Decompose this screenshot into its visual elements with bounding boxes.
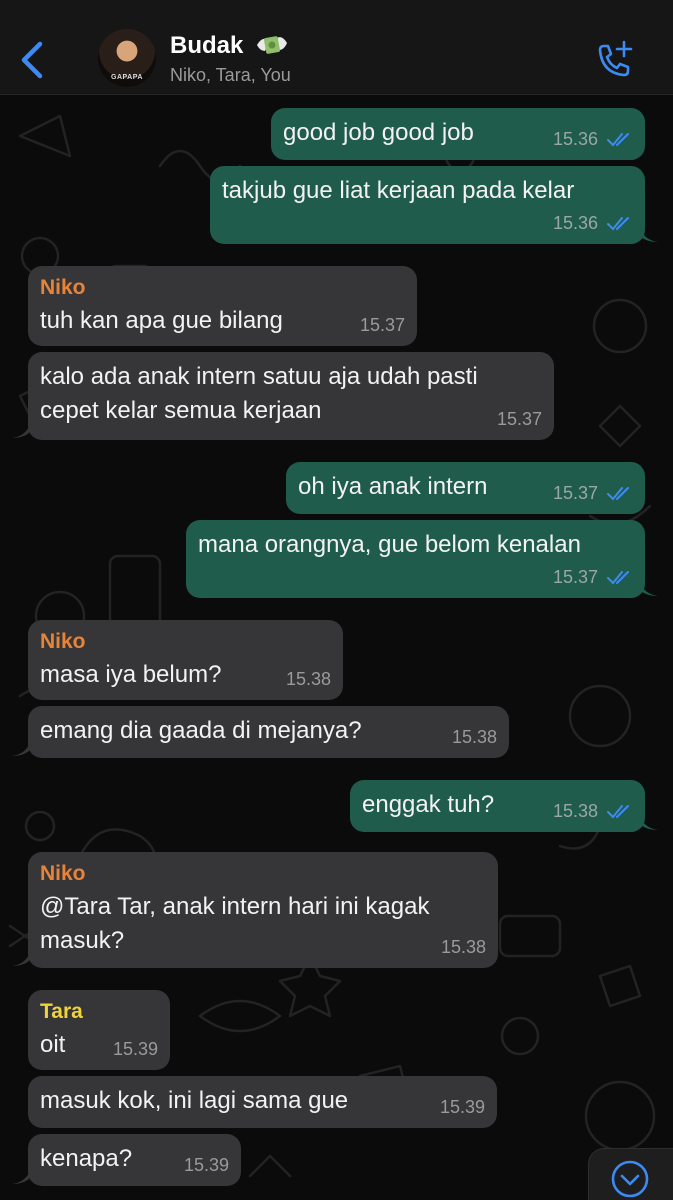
message-text: emang dia gaada di mejanya? <box>40 717 362 744</box>
bubble-tail <box>12 424 30 438</box>
incoming-message[interactable]: kenapa? 15.39 <box>28 1134 241 1186</box>
chat-header: GAPAPA Budak Niko, Tara, You <box>0 0 673 95</box>
group-members: Niko, Tara, You <box>170 65 291 85</box>
message-text-line: kalo ada anak intern satuu aja udah past… <box>40 363 478 390</box>
back-button[interactable] <box>14 38 50 82</box>
message-time: 15.37 <box>552 483 598 503</box>
message-text: oit <box>40 1031 66 1058</box>
sender-name[interactable]: Niko <box>40 628 331 656</box>
incoming-message[interactable]: masuk kok, ini lagi sama gue 15.39 <box>28 1076 497 1128</box>
money-with-wings-icon <box>257 36 287 54</box>
incoming-message[interactable]: Niko @Tara Tar, anak intern hari ini kag… <box>28 852 498 968</box>
message-meta: 15.38 <box>553 801 633 821</box>
message-text: enggak tuh? <box>362 791 495 818</box>
message-text: takjub gue liat kerjaan pada kelar <box>222 177 575 204</box>
message-time: 15.39 <box>112 1039 158 1059</box>
message-text: tuh kan apa gue bilang <box>40 307 283 334</box>
bubble-tail <box>640 816 658 830</box>
phone-plus-icon <box>598 40 633 77</box>
message-meta: 15.37 <box>553 567 633 587</box>
bubble-tail <box>12 1170 30 1184</box>
read-ticks-icon <box>607 133 629 147</box>
message-meta: 15.36 <box>553 213 633 233</box>
incoming-message[interactable]: Niko tuh kan apa gue bilang 15.37 <box>28 266 417 346</box>
message-text: oh iya anak intern <box>298 473 488 500</box>
message-time: 15.38 <box>440 937 486 957</box>
message-text: kenapa? <box>40 1145 133 1172</box>
sender-name[interactable]: Niko <box>40 860 486 888</box>
scroll-to-bottom-button[interactable] <box>588 1148 673 1200</box>
message-time: 15.37 <box>359 315 405 335</box>
outgoing-message[interactable]: good job good job 15.36 <box>271 108 645 160</box>
outgoing-message[interactable]: takjub gue liat kerjaan pada kelar 15.36 <box>210 166 645 244</box>
message-time: 15.38 <box>285 669 331 689</box>
message-meta: 15.37 <box>553 483 633 503</box>
message-text: good job good job <box>283 119 474 146</box>
outgoing-message[interactable]: mana orangnya, gue belom kenalan 15.37 <box>186 520 645 598</box>
message-text: masuk kok, ini lagi sama gue <box>40 1087 349 1114</box>
message-text: mana orangnya, gue belom kenalan <box>198 531 581 558</box>
bubble-tail <box>12 952 30 966</box>
message-time: 15.36 <box>552 129 598 149</box>
bubble-tail <box>640 582 658 596</box>
message-text-line: @Tara Tar, anak intern hari ini kagak <box>40 893 430 920</box>
chevron-down-circle-icon <box>611 1160 649 1198</box>
message-time: 15.38 <box>451 727 497 747</box>
group-avatar[interactable]: GAPAPA <box>98 29 156 87</box>
read-ticks-icon <box>607 805 629 819</box>
group-name[interactable]: Budak <box>170 32 243 60</box>
read-ticks-icon <box>607 487 629 501</box>
sender-name[interactable]: Tara <box>40 998 158 1026</box>
message-text-line: cepet kelar semua kerjaan <box>40 397 322 424</box>
read-ticks-icon <box>607 217 629 231</box>
incoming-message[interactable]: emang dia gaada di mejanya? 15.38 <box>28 706 509 758</box>
bubble-tail <box>12 742 30 756</box>
avatar-caption: GAPAPA <box>111 74 143 81</box>
incoming-message[interactable]: Niko masa iya belum? 15.38 <box>28 620 343 700</box>
bubble-tail <box>640 228 658 242</box>
message-time: 15.38 <box>552 801 598 821</box>
message-text-line: masuk? <box>40 927 125 954</box>
message-time: 15.39 <box>183 1155 229 1175</box>
message-list[interactable]: good job good job 15.36 takjub gue liat … <box>0 96 673 1200</box>
incoming-message[interactable]: Tara oit 15.39 <box>28 990 170 1070</box>
outgoing-message[interactable]: enggak tuh? 15.38 <box>350 780 645 832</box>
message-meta: 15.36 <box>553 129 633 149</box>
message-time: 15.37 <box>496 409 542 429</box>
chevron-left-icon <box>21 41 43 79</box>
read-ticks-icon <box>607 571 629 585</box>
message-text: masa iya belum? <box>40 661 222 688</box>
message-time: 15.37 <box>552 567 598 587</box>
add-call-button[interactable] <box>594 40 636 80</box>
message-time: 15.36 <box>552 213 598 233</box>
message-time: 15.39 <box>439 1097 485 1117</box>
outgoing-message[interactable]: oh iya anak intern 15.37 <box>286 462 645 514</box>
incoming-message[interactable]: kalo ada anak intern satuu aja udah past… <box>28 352 554 440</box>
sender-name[interactable]: Niko <box>40 274 405 302</box>
